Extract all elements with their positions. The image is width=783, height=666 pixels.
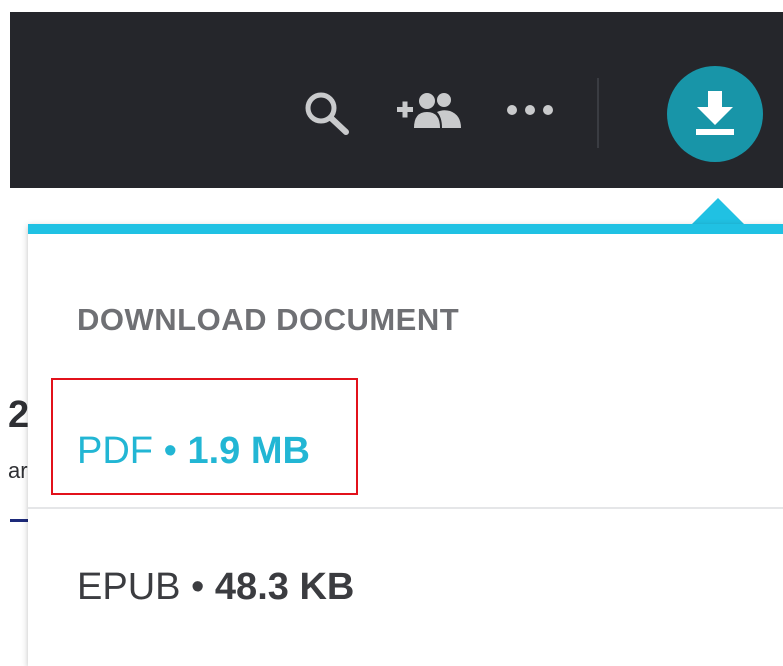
toolbar-divider bbox=[597, 78, 599, 148]
option-size: 48.3 KB bbox=[214, 566, 355, 608]
download-dropdown: DOWNLOAD DOCUMENT PDF • 1.9 MB EPUB • 48… bbox=[28, 224, 783, 666]
option-separator: • bbox=[163, 430, 177, 472]
background-underline bbox=[10, 519, 28, 522]
add-user-icon[interactable] bbox=[397, 92, 463, 130]
search-icon[interactable] bbox=[302, 90, 354, 136]
download-option-pdf[interactable]: PDF • 1.9 MB bbox=[77, 430, 310, 473]
option-format: PDF bbox=[77, 430, 153, 472]
option-size: 1.9 MB bbox=[187, 430, 310, 472]
menu-caret bbox=[690, 198, 746, 226]
download-option-epub[interactable]: EPUB • 48.3 KB bbox=[77, 566, 354, 609]
download-menu-title: DOWNLOAD DOCUMENT bbox=[77, 302, 460, 337]
top-toolbar bbox=[10, 12, 783, 188]
option-format: EPUB bbox=[77, 566, 181, 608]
download-icon bbox=[696, 91, 734, 135]
background-text-fragment: ar bbox=[8, 458, 28, 483]
more-icon[interactable] bbox=[506, 102, 554, 118]
option-separator: • bbox=[191, 566, 205, 608]
menu-divider bbox=[28, 507, 783, 509]
download-button[interactable] bbox=[667, 66, 763, 162]
